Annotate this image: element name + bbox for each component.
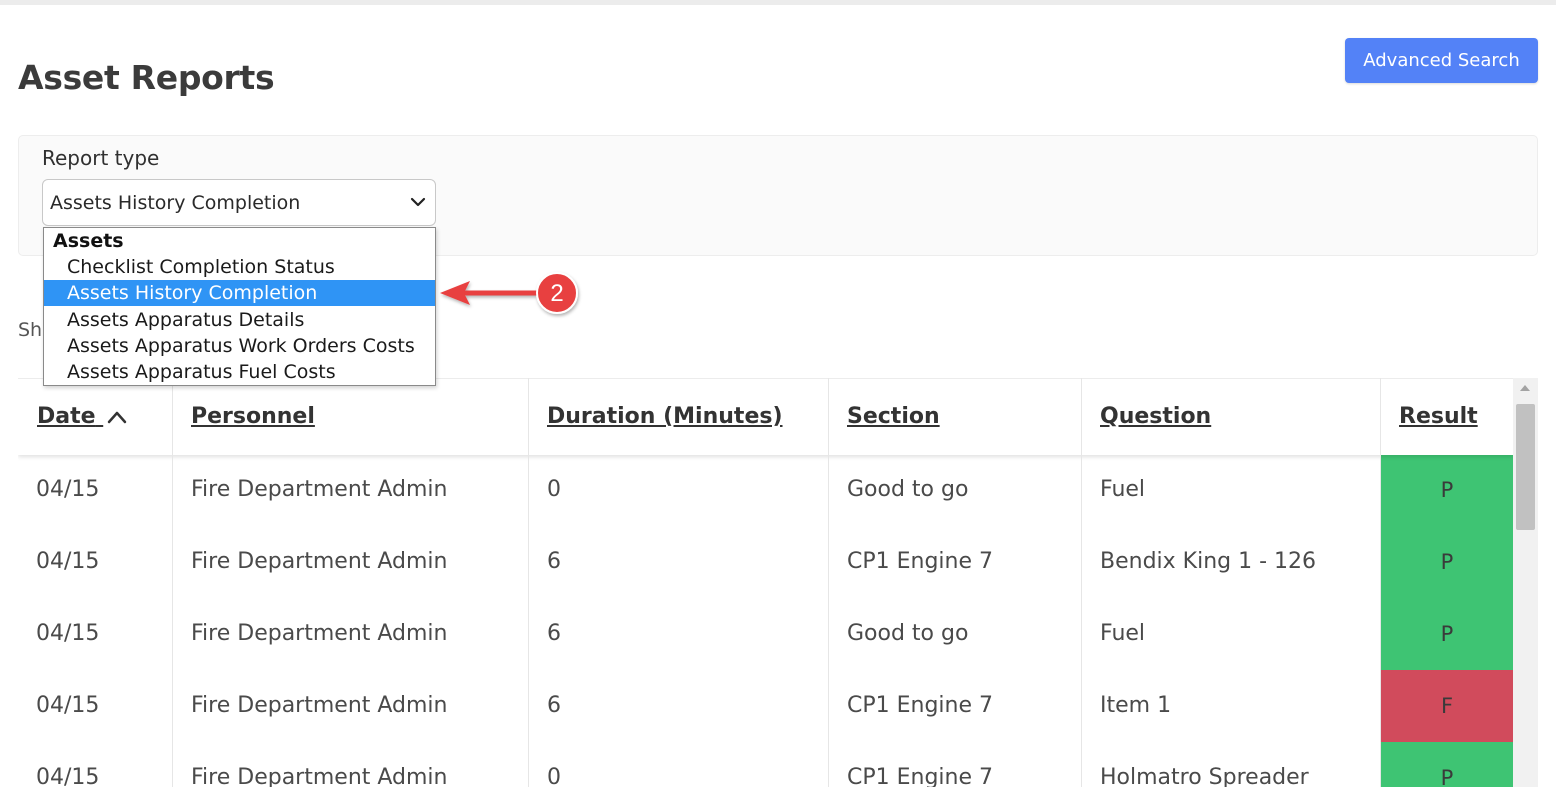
column-header-section[interactable]: Section — [847, 379, 940, 455]
cell-duration: 6 — [547, 621, 561, 646]
cell-question: Fuel — [1100, 621, 1146, 646]
scrollbar-thumb[interactable] — [1516, 404, 1535, 530]
callout-step-number: 2 — [550, 280, 563, 307]
dropdown-option-assets-apparatus-fuel-costs[interactable]: Assets Apparatus Fuel Costs — [44, 359, 435, 385]
dropdown-option-assets-apparatus-details[interactable]: Assets Apparatus Details — [44, 307, 435, 333]
show-entries-text: Sho — [18, 319, 44, 341]
cell-personnel: Fire Department Admin — [191, 477, 448, 502]
column-header-question[interactable]: Question — [1100, 379, 1211, 455]
column-divider — [528, 378, 529, 787]
cell-date: 04/15 — [36, 621, 100, 646]
cell-duration: 6 — [547, 549, 561, 574]
report-type-select-value: Assets History Completion — [50, 192, 301, 214]
cell-date: 04/15 — [36, 549, 100, 574]
callout-arrow: 2 — [440, 272, 578, 314]
cell-result: P — [1381, 598, 1513, 670]
cell-result: P — [1381, 526, 1513, 598]
column-header-date-label: Date — [37, 404, 96, 429]
report-type-dropdown: Assets Checklist Completion Status Asset… — [43, 227, 436, 386]
cell-date: 04/15 — [36, 693, 100, 718]
page-title: Asset Reports — [18, 58, 275, 97]
table-row[interactable]: 04/15 Fire Department Admin 0 Good to go… — [18, 454, 1513, 526]
chevron-down-icon — [410, 197, 426, 207]
column-header-result[interactable]: Result — [1399, 379, 1478, 455]
cell-question: Fuel — [1100, 477, 1146, 502]
column-divider — [1081, 378, 1082, 787]
column-header-personnel[interactable]: Personnel — [191, 379, 315, 455]
advanced-search-button[interactable]: Advanced Search — [1345, 38, 1538, 83]
dropdown-option-assets-history-completion[interactable]: Assets History Completion — [44, 280, 435, 306]
cell-date: 04/15 — [36, 477, 100, 502]
dropdown-option-assets-apparatus-work-orders-costs[interactable]: Assets Apparatus Work Orders Costs — [44, 333, 435, 359]
cell-section: CP1 Engine 7 — [847, 765, 994, 787]
table-row[interactable]: 04/15 Fire Department Admin 6 Good to go… — [18, 598, 1513, 670]
chevron-up-icon — [107, 411, 127, 424]
column-header-date[interactable]: Date — [37, 379, 127, 455]
cell-duration: 0 — [547, 765, 561, 787]
table-row[interactable]: 04/15 Fire Department Admin 6 CP1 Engine… — [18, 670, 1513, 742]
dropdown-group-label: Assets — [53, 230, 124, 252]
cell-result: P — [1381, 742, 1513, 787]
vertical-scrollbar[interactable] — [1513, 378, 1538, 787]
cell-personnel: Fire Department Admin — [191, 765, 448, 787]
cell-section: Good to go — [847, 621, 969, 646]
report-type-label: Report type — [42, 146, 160, 170]
column-divider — [1380, 378, 1381, 787]
cell-result: P — [1381, 454, 1513, 526]
cell-result: F — [1381, 670, 1513, 742]
report-type-select[interactable]: Assets History Completion — [42, 179, 436, 226]
cell-personnel: Fire Department Admin — [191, 693, 448, 718]
column-divider — [828, 378, 829, 787]
table-row[interactable]: 04/15 Fire Department Admin 6 CP1 Engine… — [18, 526, 1513, 598]
cell-section: CP1 Engine 7 — [847, 549, 994, 574]
cell-question: Item 1 — [1100, 693, 1172, 718]
cell-personnel: Fire Department Admin — [191, 549, 448, 574]
cell-date: 04/15 — [36, 765, 100, 787]
top-border — [0, 0, 1556, 5]
cell-personnel: Fire Department Admin — [191, 621, 448, 646]
column-header-duration[interactable]: Duration (Minutes) — [547, 379, 783, 455]
report-table: Date Personnel Duration (Minutes) Sectio… — [18, 378, 1513, 787]
cell-question: Bendix King 1 - 126 — [1100, 549, 1317, 574]
cell-duration: 6 — [547, 693, 561, 718]
dropdown-option-checklist-completion-status[interactable]: Checklist Completion Status — [44, 254, 435, 280]
cell-section: CP1 Engine 7 — [847, 693, 994, 718]
cell-question: Holmatro Spreader — [1100, 765, 1309, 787]
cell-section: Good to go — [847, 477, 969, 502]
column-divider — [172, 378, 173, 787]
table-header: Date Personnel Duration (Minutes) Sectio… — [18, 378, 1513, 455]
scroll-up-arrow-icon[interactable] — [1520, 385, 1530, 391]
cell-duration: 0 — [547, 477, 561, 502]
table-row[interactable]: 04/15 Fire Department Admin 0 CP1 Engine… — [18, 742, 1513, 787]
